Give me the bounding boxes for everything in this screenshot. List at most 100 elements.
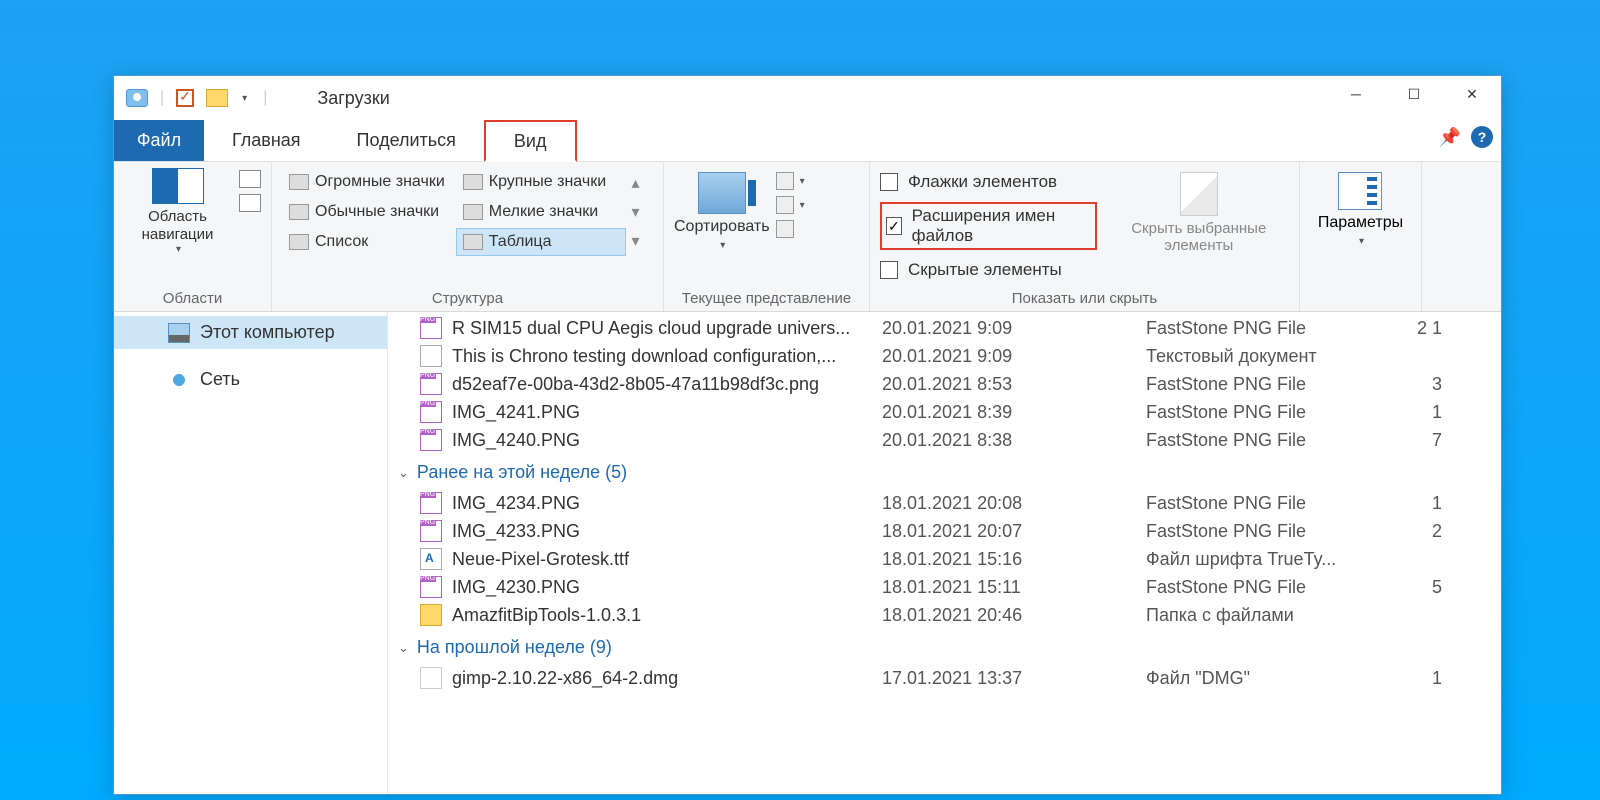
explorer-window: | ▾ | Загрузки ─ ☐ ✕ Файл Главная Подели… bbox=[113, 75, 1502, 795]
tab-home[interactable]: Главная bbox=[204, 120, 329, 161]
pin-ribbon-icon[interactable]: 📌 bbox=[1439, 127, 1461, 148]
file-date: 20.01.2021 9:09 bbox=[882, 318, 1146, 339]
tab-view[interactable]: Вид bbox=[484, 120, 577, 162]
hidden-label: Скрытые элементы bbox=[908, 260, 1062, 280]
qat-properties-icon[interactable] bbox=[176, 89, 194, 107]
layout-medium-icons[interactable]: Обычные значки bbox=[282, 198, 452, 226]
file-row[interactable]: AmazfitBipTools-1.0.3.1 18.01.2021 20:46… bbox=[388, 601, 1501, 629]
maximize-button[interactable]: ☐ bbox=[1385, 76, 1443, 112]
png-file-icon bbox=[420, 429, 442, 451]
layout-table[interactable]: Таблица bbox=[456, 228, 626, 256]
file-size: 1 bbox=[1416, 493, 1442, 514]
layout-small-icons[interactable]: Мелкие значки bbox=[456, 198, 626, 226]
file-type: Файл "DMG" bbox=[1146, 668, 1416, 689]
content-area: Этот компьютер Сеть R SIM15 dual CPU Aeg… bbox=[114, 312, 1501, 794]
sort-button[interactable]: Сортировать ▾ bbox=[674, 172, 770, 251]
file-type: Файл шрифта TrueTy... bbox=[1146, 549, 1416, 570]
checkbox-file-extensions[interactable]: ✓ Расширения имен файлов bbox=[880, 202, 1097, 250]
file-row[interactable]: IMG_4230.PNG 18.01.2021 15:11 FastStone … bbox=[388, 573, 1501, 601]
file-name: AmazfitBipTools-1.0.3.1 bbox=[452, 605, 641, 626]
flags-label: Флажки элементов bbox=[908, 172, 1057, 192]
hide-selected-button[interactable]: Скрыть выбранные элементы bbox=[1109, 172, 1289, 280]
file-row[interactable]: R SIM15 dual CPU Aegis cloud upgrade uni… bbox=[388, 314, 1501, 342]
png-file-icon bbox=[420, 317, 442, 339]
sort-label: Сортировать bbox=[674, 218, 770, 236]
file-size: 5 bbox=[1416, 577, 1442, 598]
checkbox-hidden-items[interactable]: Скрытые элементы bbox=[880, 260, 1097, 280]
file-row[interactable]: IMG_4233.PNG 18.01.2021 20:07 FastStone … bbox=[388, 517, 1501, 545]
group-label-current: Текущее представление bbox=[674, 286, 859, 309]
group-by-button[interactable]: ▾ bbox=[776, 172, 805, 190]
chevron-down-icon: ⌄ bbox=[398, 640, 409, 656]
group-label-structure: Структура bbox=[282, 286, 653, 309]
checkbox-item-flags[interactable]: Флажки элементов bbox=[880, 172, 1097, 192]
options-icon bbox=[1338, 172, 1382, 210]
hide-icon bbox=[1180, 172, 1218, 216]
navigation-pane-button[interactable]: Область навигации ▾ bbox=[124, 168, 231, 255]
medium-icons-icon bbox=[289, 204, 309, 220]
details-pane-button[interactable] bbox=[239, 194, 261, 212]
file-name: gimp-2.10.22-x86_64-2.dmg bbox=[452, 668, 678, 689]
group-label: На прошлой неделе (9) bbox=[417, 637, 612, 658]
titlebar: | ▾ | Загрузки ─ ☐ ✕ bbox=[114, 76, 1501, 120]
tab-file[interactable]: Файл bbox=[114, 120, 204, 161]
file-row[interactable]: This is Chrono testing download configur… bbox=[388, 342, 1501, 370]
add-columns-button[interactable]: ▾ bbox=[776, 196, 805, 214]
file-date: 17.01.2021 13:37 bbox=[882, 668, 1146, 689]
minimize-button[interactable]: ─ bbox=[1327, 76, 1385, 112]
file-row[interactable]: d52eaf7e-00ba-43d2-8b05-47a11b98df3c.png… bbox=[388, 370, 1501, 398]
ribbon-view: Область навигации ▾ Области Огромные зна… bbox=[114, 162, 1501, 312]
ttf-file-icon bbox=[420, 548, 442, 570]
columns-icon bbox=[776, 196, 794, 214]
checkbox-icon bbox=[880, 173, 898, 191]
autosize-icon bbox=[776, 220, 794, 238]
file-row[interactable]: IMG_4234.PNG 18.01.2021 20:08 FastStone … bbox=[388, 489, 1501, 517]
file-date: 20.01.2021 9:09 bbox=[882, 346, 1146, 367]
params-label: Параметры bbox=[1318, 214, 1403, 232]
file-type: FastStone PNG File bbox=[1146, 577, 1416, 598]
group-structure: Огромные значки Крупные значки Обычные з… bbox=[272, 162, 664, 311]
sidebar-item-network[interactable]: Сеть bbox=[114, 363, 387, 396]
size-columns-button[interactable] bbox=[776, 220, 805, 238]
help-icon[interactable]: ? bbox=[1471, 126, 1493, 148]
file-size: 2 1 bbox=[1416, 318, 1442, 339]
sidebar-item-this-pc[interactable]: Этот компьютер bbox=[114, 316, 387, 349]
txt-file-icon bbox=[420, 345, 442, 367]
preview-pane-button[interactable] bbox=[239, 170, 261, 188]
file-row[interactable]: IMG_4241.PNG 20.01.2021 8:39 FastStone P… bbox=[388, 398, 1501, 426]
close-button[interactable]: ✕ bbox=[1443, 76, 1501, 112]
qat-folder-icon[interactable] bbox=[206, 89, 228, 107]
file-date: 18.01.2021 20:46 bbox=[882, 605, 1146, 626]
file-type: Папка с файлами bbox=[1146, 605, 1416, 626]
tab-share[interactable]: Поделиться bbox=[329, 120, 484, 161]
layout-scroll-down[interactable]: ▾ bbox=[632, 202, 646, 222]
layout-huge-icons[interactable]: Огромные значки bbox=[282, 168, 452, 196]
checkbox-icon: ✓ bbox=[886, 217, 902, 235]
layout-large-icons[interactable]: Крупные значки bbox=[456, 168, 626, 196]
group-last-week[interactable]: ⌄ На прошлой неделе (9) bbox=[388, 629, 1501, 664]
file-type: Текстовый документ bbox=[1146, 346, 1416, 367]
file-type: FastStone PNG File bbox=[1146, 493, 1416, 514]
qat-dropdown-icon[interactable]: ▾ bbox=[242, 93, 247, 104]
chevron-down-icon: ▾ bbox=[176, 244, 181, 255]
png-file-icon bbox=[420, 401, 442, 423]
file-name: R SIM15 dual CPU Aegis cloud upgrade uni… bbox=[452, 318, 850, 339]
layout-more[interactable]: ▾ bbox=[632, 231, 646, 251]
table-icon bbox=[463, 234, 483, 250]
group-current-view: Сортировать ▾ ▾ ▾ Текущее представление bbox=[664, 162, 870, 311]
file-date: 18.01.2021 20:08 bbox=[882, 493, 1146, 514]
layout-scroll-up[interactable]: ▴ bbox=[632, 173, 646, 193]
file-row[interactable]: Neue-Pixel-Grotesk.ttf 18.01.2021 15:16 … bbox=[388, 545, 1501, 573]
png-file-icon bbox=[420, 520, 442, 542]
file-row[interactable]: gimp-2.10.22-x86_64-2.dmg 17.01.2021 13:… bbox=[388, 664, 1501, 692]
pc-icon bbox=[168, 323, 190, 343]
options-button[interactable]: Параметры ▾ bbox=[1318, 168, 1403, 247]
window-title: Загрузки bbox=[317, 88, 389, 109]
huge-icons-icon bbox=[289, 174, 309, 190]
png-file-icon bbox=[420, 576, 442, 598]
layout-list[interactable]: Список bbox=[282, 228, 452, 256]
file-row[interactable]: IMG_4240.PNG 20.01.2021 8:38 FastStone P… bbox=[388, 426, 1501, 454]
group-show-hide: Флажки элементов ✓ Расширения имен файло… bbox=[870, 162, 1300, 311]
file-date: 18.01.2021 20:07 bbox=[882, 521, 1146, 542]
group-earlier-this-week[interactable]: ⌄Ранее на этой неделе (5) bbox=[388, 454, 1501, 489]
